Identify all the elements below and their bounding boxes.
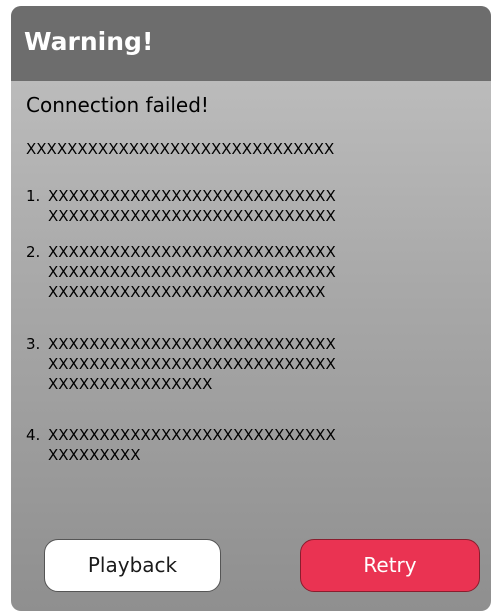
- dialog-intro-text: XXXXXXXXXXXXXXXXXXXXXXXXXXXXXX: [26, 140, 335, 158]
- step-text: XXXXXXXXXXXXXXXXXXXXXXXXXXXX: [48, 187, 336, 205]
- retry-button[interactable]: Retry: [300, 539, 480, 592]
- step-1: 1. XXXXXXXXXXXXXXXXXXXXXXXXXXXX XXXXXXXXX…: [26, 186, 336, 226]
- dialog-title: Warning!: [24, 27, 154, 56]
- step-3: 3. XXXXXXXXXXXXXXXXXXXXXXXXXXXX XXXXXXXXX…: [26, 334, 336, 394]
- step-text: XXXXXXXXX: [48, 446, 141, 464]
- step-text: XXXXXXXXXXXXXXXX: [48, 375, 213, 393]
- step-text: XXXXXXXXXXXXXXXXXXXXXXXXXXXX: [48, 426, 336, 444]
- step-text: XXXXXXXXXXXXXXXXXXXXXXXXXXXX: [48, 243, 336, 261]
- step-text: XXXXXXXXXXXXXXXXXXXXXXXXXXXX: [48, 263, 336, 281]
- step-text: XXXXXXXXXXXXXXXXXXXXXXXXXXXX: [48, 335, 336, 353]
- warning-dialog: Warning! Connection failed! XXXXXXXXXXXX…: [11, 6, 491, 611]
- step-text: XXXXXXXXXXXXXXXXXXXXXXXXXXXX: [48, 355, 336, 373]
- step-number: 3.: [26, 335, 41, 353]
- step-number: 2.: [26, 243, 41, 261]
- step-2: 2. XXXXXXXXXXXXXXXXXXXXXXXXXXXX XXXXXXXXX…: [26, 242, 336, 302]
- step-4: 4. XXXXXXXXXXXXXXXXXXXXXXXXXXXX XXXXXXXXX: [26, 425, 336, 465]
- playback-button[interactable]: Playback: [44, 539, 221, 592]
- step-text: XXXXXXXXXXXXXXXXXXXXXXXXXXX: [48, 283, 326, 301]
- dialog-subtitle: Connection failed!: [26, 93, 209, 117]
- dialog-header: Warning!: [11, 6, 491, 81]
- step-number: 4.: [26, 426, 41, 444]
- step-number: 1.: [26, 187, 41, 205]
- step-text: XXXXXXXXXXXXXXXXXXXXXXXXXXXX: [48, 207, 336, 225]
